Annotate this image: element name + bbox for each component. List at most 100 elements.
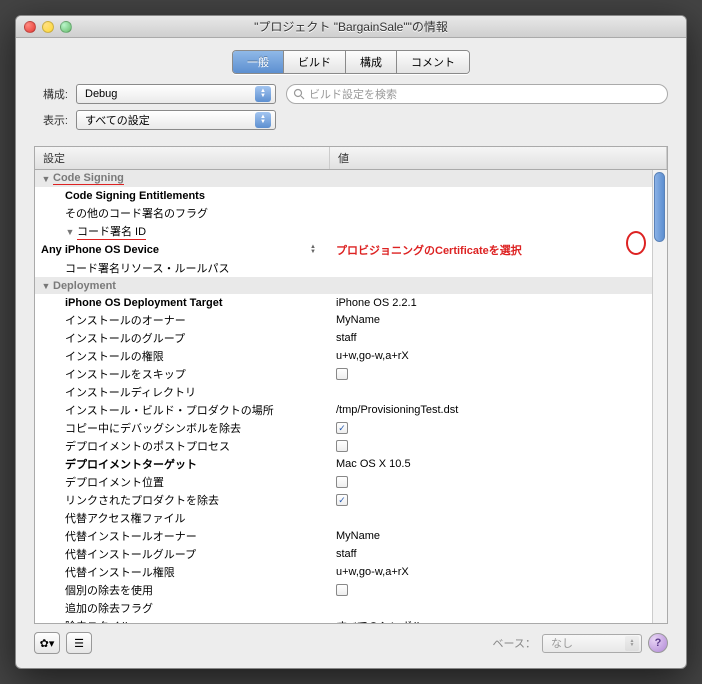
setting-label: iPhone OS Deployment Target	[65, 297, 223, 309]
search-placeholder: ビルド設定を検索	[309, 86, 397, 102]
titlebar[interactable]: "プロジェクト "BargainSale""の情報	[16, 16, 686, 38]
setting-label: インストールのオーナー	[65, 312, 186, 328]
setting-label: 代替アクセス権ファイル	[65, 510, 185, 526]
setting-label: Any iPhone OS Device	[41, 244, 159, 256]
setting-value: Mac OS X 10.5	[336, 458, 411, 470]
checkbox[interactable]: ✓	[336, 422, 348, 434]
base-value: なし	[551, 635, 573, 651]
table-row[interactable]: インストール・ビルド・プロダクトの場所/tmp/ProvisioningTest…	[35, 401, 667, 419]
table-row[interactable]: iPhone OS Deployment TargetiPhone OS 2.2…	[35, 294, 667, 311]
setting-label: インストールをスキップ	[65, 366, 186, 382]
group-header[interactable]: ▼Deployment	[35, 277, 667, 294]
table-row[interactable]: 除去スタイルすべてのシンボル	[35, 617, 667, 623]
info-window: "プロジェクト "BargainSale""の情報 一般 ビルド 構成 コメント…	[15, 15, 687, 669]
checkbox[interactable]: ✓	[336, 494, 348, 506]
base-label: ベース：	[493, 635, 536, 651]
setting-value: u+w,go-w,a+rX	[336, 566, 409, 578]
col-setting[interactable]: 設定	[35, 147, 330, 169]
table-row[interactable]: コピー中にデバッグシンボルを除去 ✓	[35, 419, 667, 437]
setting-label: コード署名 ID	[77, 223, 146, 240]
setting-label: 個別の除去を使用	[65, 582, 153, 598]
table-row[interactable]: Code Signing Entitlements	[35, 187, 667, 204]
display-value: すべての設定	[85, 112, 150, 128]
setting-label: 代替インストールオーナー	[65, 528, 197, 544]
tab-config[interactable]: 構成	[346, 51, 397, 73]
table-row[interactable]: リンクされたプロダクトを除去 ✓	[35, 491, 667, 509]
scroll-thumb[interactable]	[654, 172, 665, 242]
config-label: 構成:	[34, 86, 76, 102]
table-row[interactable]: デプロイメントのポストプロセス	[35, 437, 667, 455]
tab-build[interactable]: ビルド	[284, 51, 346, 73]
table-row[interactable]: 代替インストール権限 u+w,go-w,a+rX	[35, 563, 667, 581]
search-icon	[293, 88, 305, 100]
chevron-updown-icon: ▲▼	[625, 636, 639, 651]
setting-label: インストールディレクトリ	[65, 384, 196, 400]
table-row[interactable]: 代替インストールグループ staff	[35, 545, 667, 563]
view-button[interactable]: ☰	[66, 632, 92, 654]
search-input[interactable]: ビルド設定を検索	[286, 84, 668, 104]
help-button[interactable]: ?	[648, 633, 668, 653]
group-name: Deployment	[53, 280, 116, 292]
table-row[interactable]: デプロイメント位置	[35, 473, 667, 491]
table-row[interactable]: インストールのグループ staff	[35, 329, 667, 347]
table-row[interactable]: 追加の除去フラグ	[35, 599, 667, 617]
table-row[interactable]: コード署名リソース・ルールパス	[35, 259, 667, 277]
setting-label: デプロイメントターゲット	[65, 456, 197, 472]
chevron-updown-icon[interactable]: ▲▼	[306, 245, 320, 255]
base-select[interactable]: なし ▲▼	[542, 634, 642, 653]
disclosure-icon[interactable]: ▼	[41, 174, 51, 184]
disclosure-icon[interactable]: ▼	[41, 281, 51, 291]
setting-label: インストール・ビルド・プロダクトの場所	[65, 402, 274, 418]
checkbox[interactable]	[336, 584, 348, 596]
checkbox[interactable]	[336, 476, 348, 488]
setting-value: staff	[336, 332, 357, 344]
col-value[interactable]: 値	[330, 147, 667, 169]
table-row[interactable]: インストールのオーナー MyName	[35, 311, 667, 329]
table-row[interactable]: インストールの権限 u+w,go-w,a+rX	[35, 347, 667, 365]
tab-comment[interactable]: コメント	[397, 51, 469, 73]
setting-label: 代替インストールグループ	[65, 546, 196, 562]
table-row[interactable]: その他のコード署名のフラグ	[35, 204, 667, 222]
setting-label: 代替インストール権限	[65, 564, 175, 580]
scrollbar[interactable]	[652, 170, 667, 623]
table-row[interactable]: 個別の除去を使用	[35, 581, 667, 599]
table-body[interactable]: ▼Code SigningCode Signing Entitlementsその…	[35, 170, 667, 623]
setting-value: staff	[336, 548, 357, 560]
table-row[interactable]: インストールをスキップ	[35, 365, 667, 383]
tab-general[interactable]: 一般	[233, 51, 284, 73]
action-menu-button[interactable]: ✿▾	[34, 632, 60, 654]
display-label: 表示:	[34, 112, 76, 128]
checkbox[interactable]	[336, 440, 348, 452]
config-value: Debug	[85, 88, 117, 100]
setting-value: MyName	[336, 314, 380, 326]
table-row[interactable]: インストールディレクトリ	[35, 383, 667, 401]
setting-value: プロビジョニングのCertificateを選択	[336, 242, 522, 258]
chevron-updown-icon: ▲▼	[255, 112, 271, 128]
tab-bar: 一般 ビルド 構成 コメント	[16, 38, 686, 84]
table-row[interactable]: デプロイメントターゲット Mac OS X 10.5	[35, 455, 667, 473]
table-row[interactable]: 代替アクセス権ファイル	[35, 509, 667, 527]
setting-label: コード署名リソース・ルールパス	[65, 260, 229, 276]
setting-label: コピー中にデバッグシンボルを除去	[65, 420, 241, 436]
group-name: Code Signing	[53, 172, 124, 185]
group-header[interactable]: ▼Code Signing	[35, 170, 667, 187]
setting-label: インストールの権限	[65, 348, 164, 364]
config-select[interactable]: Debug ▲▼	[76, 84, 276, 104]
table-row[interactable]: ▼コード署名 ID	[35, 222, 667, 241]
settings-table: 設定 値 ▼Code SigningCode Signing Entitleme…	[34, 146, 668, 624]
setting-label: Code Signing Entitlements	[65, 190, 205, 202]
setting-label: その他のコード署名のフラグ	[65, 205, 208, 221]
display-select[interactable]: すべての設定 ▲▼	[76, 110, 276, 130]
footer: ✿▾ ☰ ベース： なし ▲▼ ?	[16, 624, 686, 668]
table-row[interactable]: 代替インストールオーナー MyName	[35, 527, 667, 545]
checkbox[interactable]	[336, 368, 348, 380]
setting-value: MyName	[336, 530, 380, 542]
setting-label: 追加の除去フラグ	[65, 600, 153, 616]
setting-label: リンクされたプロダクトを除去	[65, 492, 219, 508]
disclosure-icon[interactable]: ▼	[65, 227, 75, 237]
setting-value: u+w,go-w,a+rX	[336, 350, 409, 362]
setting-label: インストールのグループ	[65, 330, 185, 346]
setting-value: すべてのシンボル	[336, 618, 423, 623]
window-title: "プロジェクト "BargainSale""の情報	[16, 18, 686, 35]
table-row[interactable]: Any iPhone OS Device ▲▼ プロビジョニングのCertifica…	[35, 241, 667, 259]
